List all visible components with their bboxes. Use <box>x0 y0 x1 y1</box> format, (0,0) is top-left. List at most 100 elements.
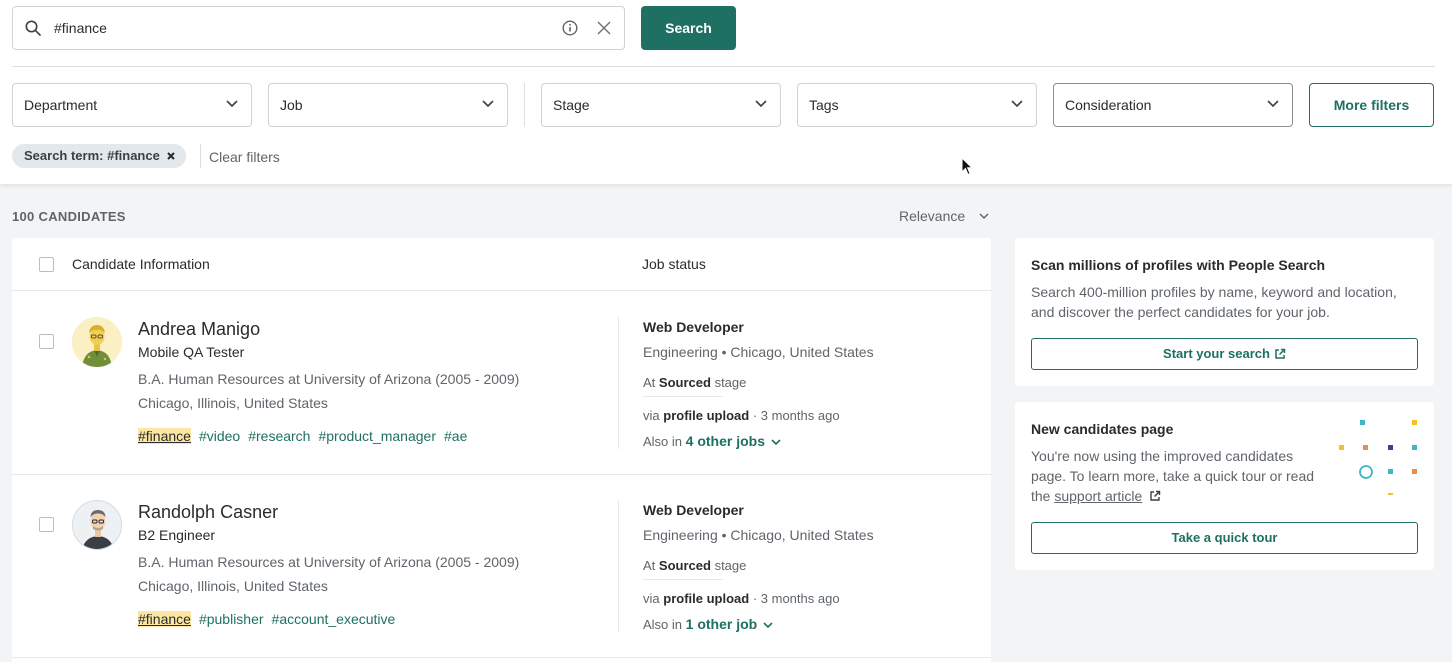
candidate-education: B.A. Human Resources at University of Ar… <box>138 371 520 387</box>
search-button[interactable]: Search <box>641 6 736 50</box>
via-time: · 3 months ago <box>752 408 840 423</box>
start-search-button[interactable]: Start your search <box>1031 338 1418 370</box>
candidate-location: Chicago, Illinois, United States <box>138 578 328 594</box>
list-header: Candidate Information Job status <box>12 238 991 291</box>
row-checkbox[interactable] <box>39 334 54 349</box>
decorative-dots-icon <box>1339 420 1417 495</box>
tags-label: Tags <box>809 97 839 113</box>
stage-divider <box>643 579 723 580</box>
tag[interactable]: #research <box>248 428 310 444</box>
sort-dropdown[interactable]: Relevance <box>899 208 989 224</box>
candidate-tags: #finance #video #research #product_manager #… <box>138 428 475 444</box>
stage-name: Sourced <box>658 558 711 573</box>
tag[interactable]: #finance <box>138 611 191 627</box>
job-stage: At Sourced stage <box>643 558 746 573</box>
people-search-card: Scan millions of profiles with People Se… <box>1015 238 1434 386</box>
info-icon[interactable] <box>562 20 578 36</box>
tags-dropdown[interactable]: Tags <box>797 83 1037 127</box>
sort-label: Relevance <box>899 208 966 224</box>
tag[interactable]: #product_manager <box>318 428 436 444</box>
person-illustration-icon <box>73 501 121 549</box>
stage-divider <box>643 396 723 397</box>
stage-name: Sourced <box>658 375 711 390</box>
candidate-title: B2 Engineer <box>138 527 216 543</box>
more-filters-button[interactable]: More filters <box>1309 83 1434 127</box>
stage-dropdown[interactable]: Stage <box>541 83 781 127</box>
tag[interactable]: #finance <box>138 428 191 444</box>
candidate-name[interactable]: Randolph Casner <box>138 502 278 523</box>
job-dropdown[interactable]: Job <box>268 83 508 127</box>
card-title: New candidates page <box>1031 421 1174 437</box>
job-separator <box>618 317 619 449</box>
chevron-down-icon <box>755 100 767 108</box>
tag[interactable]: #video <box>199 428 240 444</box>
candidate-list: Candidate Information Job status Andrea … <box>12 238 991 662</box>
also-in: Also in 1 other job <box>643 616 773 632</box>
chevron-down-icon <box>763 622 773 629</box>
tag[interactable]: #account_executive <box>272 611 396 627</box>
avatar <box>72 317 122 367</box>
candidate-name[interactable]: Andrea Manigo <box>138 319 260 340</box>
search-header: Search Department Job Stage Tags Conside… <box>0 0 1452 184</box>
stage-suffix: stage <box>714 375 747 390</box>
support-article-link[interactable]: support article <box>1054 488 1142 504</box>
chevron-down-icon <box>482 100 494 108</box>
search-box <box>12 6 625 50</box>
candidate-count: 100 CANDIDATES <box>12 209 126 224</box>
stage-prefix: At <box>643 375 656 390</box>
divider <box>12 66 1435 67</box>
chip-label: Search term: #finance <box>24 148 160 163</box>
chevron-down-icon <box>1267 100 1279 108</box>
select-all-checkbox[interactable] <box>39 257 54 272</box>
person-illustration-icon <box>72 317 122 367</box>
candidate-row[interactable]: Andrea Manigo Mobile QA Tester B.A. Huma… <box>12 292 991 475</box>
via-prefix: via <box>643 591 660 606</box>
tag[interactable]: #publisher <box>199 611 264 627</box>
via-source: profile upload <box>663 591 750 606</box>
other-jobs-link[interactable]: 4 other jobs <box>686 433 765 449</box>
candidate-education: B.A. Human Resources at University of Ar… <box>138 554 520 570</box>
clear-filters-link[interactable]: Clear filters <box>209 149 280 165</box>
via-time: · 3 months ago <box>752 591 840 606</box>
stage-label: Stage <box>553 97 590 113</box>
via-prefix: via <box>643 408 660 423</box>
chevron-down-icon <box>1011 100 1023 108</box>
department-dropdown[interactable]: Department <box>12 83 252 127</box>
card-text: Search 400-million profiles by name, key… <box>1031 284 1397 320</box>
stage-suffix: stage <box>714 558 747 573</box>
chip-separator <box>200 144 201 168</box>
also-prefix: Also in <box>643 434 683 449</box>
candidate-tags: #finance #publisher #account_executive <box>138 611 403 627</box>
other-jobs-link[interactable]: 1 other job <box>686 616 758 632</box>
also-prefix: Also in <box>643 617 683 632</box>
external-link-icon <box>1275 348 1286 359</box>
also-in: Also in 4 other jobs <box>643 433 781 449</box>
job-meta: Engineering • Chicago, United States <box>643 344 874 360</box>
start-search-label: Start your search <box>1163 346 1270 361</box>
candidate-location: Chicago, Illinois, United States <box>138 395 328 411</box>
search-input[interactable] <box>54 18 534 38</box>
tag[interactable]: #ae <box>444 428 467 444</box>
stage-prefix: At <box>643 558 656 573</box>
chevron-down-icon <box>226 100 238 108</box>
job-source: via profile upload · 3 months ago <box>643 408 840 423</box>
chevron-down-icon <box>979 213 989 220</box>
job-source: via profile upload · 3 months ago <box>643 591 840 606</box>
job-label: Job <box>280 97 303 113</box>
remove-chip-icon[interactable] <box>167 152 175 160</box>
clear-search-icon[interactable] <box>597 21 611 35</box>
candidate-info-header: Candidate Information <box>72 256 210 272</box>
candidate-row[interactable]: Randolph Casner B2 Engineer B.A. Human R… <box>12 475 991 658</box>
job-status-header: Job status <box>642 256 706 272</box>
candidate-title: Mobile QA Tester <box>138 344 245 360</box>
chevron-down-icon <box>771 439 781 446</box>
row-checkbox[interactable] <box>39 517 54 532</box>
job-title[interactable]: Web Developer <box>643 319 744 335</box>
job-meta: Engineering • Chicago, United States <box>643 527 874 543</box>
job-stage: At Sourced stage <box>643 375 746 390</box>
search-icon <box>25 20 41 36</box>
take-tour-button[interactable]: Take a quick tour <box>1031 522 1418 554</box>
consideration-dropdown[interactable]: Consideration <box>1053 83 1293 127</box>
job-title[interactable]: Web Developer <box>643 502 744 518</box>
via-source: profile upload <box>663 408 750 423</box>
